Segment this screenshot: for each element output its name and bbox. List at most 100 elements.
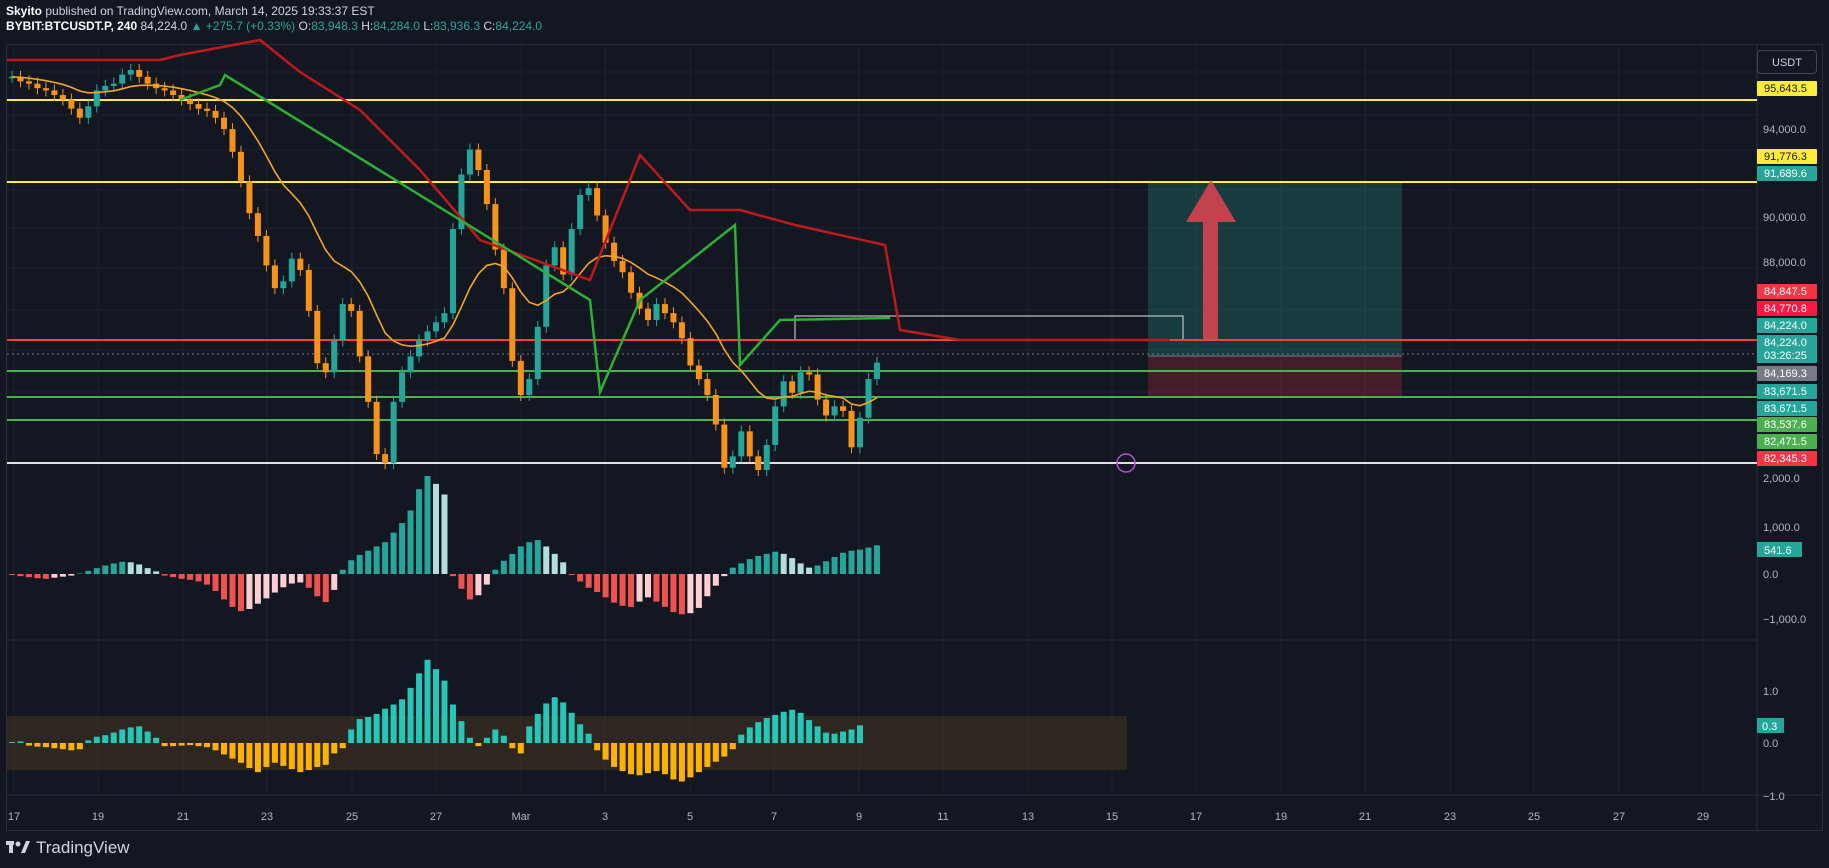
- candle[interactable]: [645, 308, 651, 320]
- candle[interactable]: [170, 90, 177, 95]
- candle[interactable]: [365, 356, 372, 402]
- candle[interactable]: [687, 338, 694, 366]
- candle[interactable]: [433, 322, 439, 332]
- candle[interactable]: [797, 372, 804, 393]
- candle[interactable]: [76, 108, 83, 118]
- candle[interactable]: [568, 229, 575, 275]
- candle[interactable]: [763, 445, 770, 470]
- candle[interactable]: [695, 365, 702, 380]
- chart-canvas[interactable]: 96,000.094,000.090,000.088,000.02,000.09…: [0, 0, 1829, 868]
- candle[interactable]: [373, 401, 380, 455]
- candle[interactable]: [187, 99, 194, 105]
- candle[interactable]: [628, 272, 635, 293]
- candle[interactable]: [407, 356, 414, 373]
- position-loss-zone[interactable]: [1148, 356, 1402, 398]
- candle[interactable]: [814, 374, 821, 400]
- candle[interactable]: [831, 406, 838, 416]
- candle[interactable]: [653, 304, 660, 320]
- candle[interactable]: [772, 406, 779, 445]
- candle[interactable]: [221, 117, 227, 130]
- candle[interactable]: [356, 310, 363, 357]
- candle[interactable]: [42, 88, 49, 91]
- candle[interactable]: [823, 399, 830, 416]
- candle[interactable]: [305, 270, 312, 311]
- candle[interactable]: [873, 362, 880, 380]
- candle[interactable]: [237, 151, 244, 182]
- oscillator2-bar: [348, 729, 355, 743]
- position-profit-zone[interactable]: [1148, 182, 1402, 356]
- candle[interactable]: [85, 106, 92, 118]
- candle[interactable]: [271, 265, 278, 289]
- candle[interactable]: [704, 379, 711, 395]
- candle[interactable]: [789, 381, 796, 393]
- candle[interactable]: [416, 340, 423, 357]
- candle[interactable]: [229, 129, 236, 152]
- candle[interactable]: [857, 417, 863, 448]
- candle[interactable]: [204, 108, 211, 111]
- candle[interactable]: [136, 70, 143, 77]
- candle[interactable]: [840, 406, 847, 411]
- candle[interactable]: [127, 70, 134, 75]
- candle[interactable]: [102, 85, 109, 91]
- candle[interactable]: [526, 379, 533, 395]
- candle[interactable]: [399, 372, 406, 402]
- candle[interactable]: [390, 401, 397, 464]
- candle[interactable]: [25, 81, 32, 84]
- candle[interactable]: [280, 281, 287, 289]
- candle[interactable]: [483, 170, 490, 205]
- candle[interactable]: [661, 304, 668, 314]
- oscillator2-bar: [687, 743, 694, 778]
- candle[interactable]: [246, 181, 253, 214]
- candle[interactable]: [534, 326, 541, 380]
- candle[interactable]: [382, 454, 389, 464]
- candle[interactable]: [780, 381, 787, 407]
- candle[interactable]: [144, 76, 151, 84]
- candle[interactable]: [848, 410, 855, 448]
- candle[interactable]: [738, 431, 745, 457]
- candle[interactable]: [594, 188, 601, 216]
- candle[interactable]: [441, 313, 448, 323]
- candle[interactable]: [254, 213, 261, 236]
- candle[interactable]: [670, 313, 677, 323]
- candle[interactable]: [51, 90, 58, 95]
- candle[interactable]: [195, 104, 202, 109]
- candle[interactable]: [68, 99, 75, 109]
- candle[interactable]: [729, 456, 736, 468]
- candle[interactable]: [34, 83, 41, 89]
- candle[interactable]: [475, 149, 482, 170]
- candle[interactable]: [678, 322, 685, 339]
- candle[interactable]: [611, 242, 618, 261]
- candle[interactable]: [865, 379, 872, 418]
- candle[interactable]: [339, 304, 346, 341]
- candle[interactable]: [348, 304, 355, 311]
- candle[interactable]: [331, 340, 338, 373]
- candle[interactable]: [322, 363, 329, 373]
- candle[interactable]: [288, 258, 295, 282]
- candle[interactable]: [59, 95, 66, 100]
- tradingview-logo[interactable]: TradingView: [6, 838, 130, 858]
- candle[interactable]: [509, 288, 516, 361]
- candle[interactable]: [466, 149, 473, 175]
- oscillator1-axis-tick: 1,000.0: [1763, 522, 1800, 534]
- candle[interactable]: [161, 88, 168, 91]
- candle[interactable]: [119, 74, 126, 84]
- candle[interactable]: [721, 424, 728, 468]
- candle[interactable]: [755, 456, 762, 470]
- candle[interactable]: [297, 258, 304, 270]
- candle[interactable]: [110, 83, 117, 86]
- candle[interactable]: [585, 188, 592, 195]
- candle[interactable]: [619, 260, 626, 273]
- oscillator1-bar: [670, 574, 677, 613]
- candle[interactable]: [712, 395, 719, 425]
- candle[interactable]: [577, 195, 584, 230]
- candle[interactable]: [517, 360, 524, 395]
- candle[interactable]: [424, 331, 431, 341]
- candle[interactable]: [746, 431, 753, 457]
- candle[interactable]: [263, 235, 270, 266]
- candle[interactable]: [806, 372, 813, 375]
- currency-button[interactable]: USDT: [1757, 50, 1817, 74]
- candle[interactable]: [314, 310, 321, 364]
- candle[interactable]: [551, 247, 558, 266]
- candle[interactable]: [449, 229, 456, 314]
- candle[interactable]: [212, 110, 219, 118]
